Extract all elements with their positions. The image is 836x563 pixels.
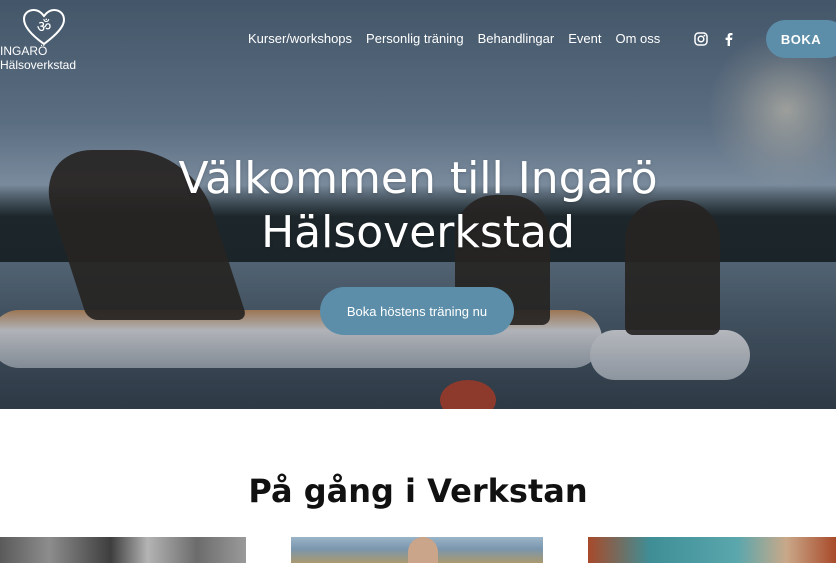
logo-text-subtitle: Hälsoverkstad [0,58,77,72]
main-nav: Kurser/workshops Personlig träning Behan… [248,31,660,49]
hero-title: Välkommen till Ingarö Hälsoverkstad [178,153,658,258]
site-logo[interactable]: ॐ INGARÖ Hälsoverkstad [0,8,80,72]
nav-link-kurser[interactable]: Kurser/workshops [248,31,352,49]
nav-link-om-oss[interactable]: Om oss [615,31,660,49]
instagram-icon[interactable] [694,31,708,46]
event-card-image[interactable] [291,537,543,563]
logo-text-brand: INGARÖ [0,44,48,58]
svg-text:ॐ: ॐ [37,17,52,36]
section-title: På gång i Verkstan [248,472,588,510]
nav-link-personlig-traning[interactable]: Personlig träning [366,31,464,49]
hero-cta-button[interactable]: Boka höstens träning nu [320,287,514,335]
event-card-image[interactable] [0,537,246,563]
nav-link-event[interactable]: Event [568,31,601,49]
nav-link-behandlingar[interactable]: Behandlingar [478,31,555,49]
om-heart-icon: ॐ [22,8,66,46]
social-links [694,31,736,46]
facebook-icon[interactable] [722,31,736,46]
boka-button[interactable]: BOKA [766,20,836,58]
event-card-image[interactable] [588,537,836,563]
